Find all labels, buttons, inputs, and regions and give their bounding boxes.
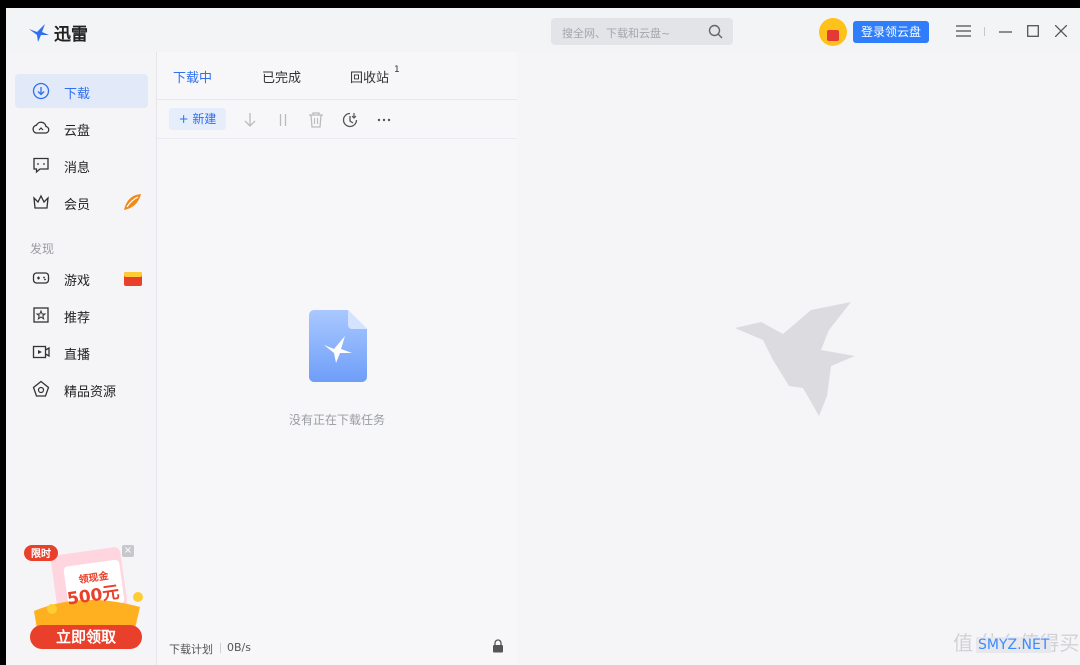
cloud-icon xyxy=(32,121,50,134)
search-input[interactable]: 搜全网、下载和云盘~ xyxy=(551,18,733,45)
maximize-icon[interactable] xyxy=(1024,22,1042,40)
thunder-app-window: 迅雷 搜全网、下载和云盘~ 登录领云盘 下载 云盘 消息 会员 发现 游戏 推荐… xyxy=(6,8,1080,665)
lock-icon[interactable] xyxy=(491,639,505,653)
app-name: 迅雷 xyxy=(54,25,88,45)
arrow-down-icon[interactable] xyxy=(241,111,259,129)
login-button[interactable]: 登录领云盘 xyxy=(853,21,929,43)
gift-badge-icon xyxy=(124,272,142,286)
toolbar-divider xyxy=(157,138,517,139)
red-envelope-icon xyxy=(827,30,839,41)
thunder-bird-watermark-icon xyxy=(735,302,855,416)
sidebar-item-label: 下载 xyxy=(64,87,91,102)
watermark-site: SMYZ.NET xyxy=(976,637,1052,653)
speed-download-icon[interactable] xyxy=(341,111,359,129)
trash-icon[interactable] xyxy=(307,111,325,129)
sidebar-item-games[interactable]: 游戏 xyxy=(15,261,148,295)
app-logo: 迅雷 xyxy=(28,20,88,45)
pause-icon[interactable] xyxy=(274,111,292,129)
avatar[interactable] xyxy=(819,18,847,46)
sidebar-item-label: 游戏 xyxy=(64,274,91,289)
thunder-bird-logo-icon xyxy=(29,23,49,42)
empty-state-message: 没有正在下载任务 xyxy=(288,413,385,427)
sidebar: 下载 云盘 消息 会员 发现 游戏 推荐 直播 精品资源 限时 领现金 500元… xyxy=(6,52,156,665)
sidebar-item-label: 推荐 xyxy=(64,311,91,326)
download-speed: 0B/s xyxy=(227,641,251,654)
sidebar-item-recommend[interactable]: 推荐 xyxy=(15,298,148,332)
download-icon xyxy=(32,82,50,100)
gem-icon xyxy=(32,380,50,397)
title-bar: 迅雷 搜全网、下载和云盘~ 登录领云盘 xyxy=(6,8,1080,52)
promo-banner[interactable]: 限时 领现金 500元 立即领取 xyxy=(22,541,148,651)
sidebar-item-live[interactable]: 直播 xyxy=(15,335,148,369)
search-icon[interactable] xyxy=(708,24,723,39)
section-label-discover: 发现 xyxy=(30,242,55,256)
download-plan-link[interactable]: 下载计划 xyxy=(169,641,213,657)
gamepad-icon xyxy=(32,272,50,284)
more-options-icon[interactable] xyxy=(375,111,393,129)
live-video-icon xyxy=(32,345,50,359)
search-placeholder: 搜全网、下载和云盘~ xyxy=(562,27,671,40)
sidebar-item-label: 云盘 xyxy=(64,124,91,139)
sidebar-item-download[interactable]: 下载 xyxy=(15,74,148,108)
sidebar-item-label: 会员 xyxy=(64,198,91,213)
empty-file-icon xyxy=(309,310,367,382)
close-icon[interactable] xyxy=(1052,22,1070,40)
minimize-icon[interactable] xyxy=(996,22,1014,40)
tab-divider xyxy=(157,99,517,100)
sidebar-item-cloud[interactable]: 云盘 xyxy=(15,111,148,145)
vip-badge-icon xyxy=(124,194,141,210)
tab-recycle-bin[interactable]: 回收站 xyxy=(350,67,389,86)
star-icon xyxy=(33,307,49,323)
sidebar-item-label: 直播 xyxy=(64,348,91,363)
message-icon xyxy=(33,157,49,174)
download-list-panel: 下载中 已完成 回收站 1 + 新建 没有正在下载任务 下载计划 0B/s xyxy=(156,52,518,665)
sidebar-item-messages[interactable]: 消息 xyxy=(15,148,148,182)
sidebar-item-vip[interactable]: 会员 xyxy=(15,185,148,219)
recycle-bin-count-badge: 1 xyxy=(394,65,400,75)
footer-separator xyxy=(220,643,221,653)
promo-tag: 限时 xyxy=(31,547,51,560)
sidebar-item-label: 消息 xyxy=(64,161,91,176)
tab-completed[interactable]: 已完成 xyxy=(262,67,301,86)
crown-icon xyxy=(33,194,49,209)
task-detail-panel: 值 什么值得买 SMYZ.NET xyxy=(517,52,1080,665)
sidebar-item-premium-resources[interactable]: 精品资源 xyxy=(15,372,148,406)
control-separator xyxy=(984,27,985,36)
menu-icon[interactable] xyxy=(954,22,972,40)
promo-close-icon[interactable]: × xyxy=(122,545,134,557)
promo-cta: 立即领取 xyxy=(56,628,117,646)
tab-downloading[interactable]: 下载中 xyxy=(173,67,212,86)
sidebar-item-label: 精品资源 xyxy=(64,385,117,400)
new-task-button[interactable]: + 新建 xyxy=(169,108,226,130)
